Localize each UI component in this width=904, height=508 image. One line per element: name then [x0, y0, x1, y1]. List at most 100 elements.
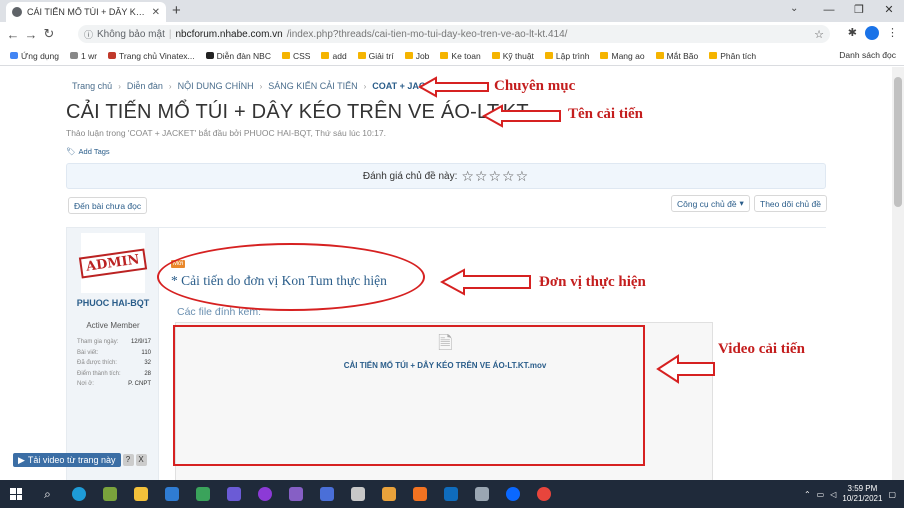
bookmark-item[interactable]: Lập trình: [541, 51, 594, 61]
thread-tools-button[interactable]: Công cụ chủ đề ▾: [671, 195, 750, 212]
close-window-icon[interactable]: ✕: [874, 0, 904, 22]
app-icon[interactable]: [156, 480, 187, 508]
app-icon[interactable]: [342, 480, 373, 508]
edge-icon[interactable]: [63, 480, 94, 508]
arrow-unit: [440, 268, 531, 296]
annotation-video: Video cải tiến: [718, 341, 805, 357]
folder-icon: [440, 52, 449, 59]
app-icon[interactable]: [187, 480, 218, 508]
bookmark-item[interactable]: Ke toan: [436, 51, 484, 61]
bookmark-item[interactable]: Diễn đàn NBC: [202, 51, 275, 61]
unread-button[interactable]: Đến bài chưa đọc: [68, 197, 148, 214]
breadcrumb-main[interactable]: NỘI DUNG CHÍNH: [178, 81, 254, 91]
download-video-button[interactable]: ▶ Tải video từ trang này: [13, 453, 121, 467]
taskbar: ⌕ ⌃ ▭ ◁ 3:59 PM 10/21/2021 ▢: [0, 480, 904, 508]
thread-title: CẢI TIẾN MỔ TÚI + DÂY KÉO TRÊN VE ÁO-LT.…: [66, 101, 529, 123]
reload-icon[interactable]: ↻: [40, 26, 58, 42]
user-stats: Tham gia ngày: 12/9/17 Bài viết: 110 Đã đư…: [77, 339, 151, 392]
outlook-icon[interactable]: [435, 480, 466, 508]
watch-thread-button[interactable]: Theo dõi chủ đề: [754, 195, 827, 212]
chrome-icon[interactable]: [528, 480, 559, 508]
bookmark-item[interactable]: Trang chủ Vinatex...: [104, 51, 199, 61]
bookmark-item[interactable]: Kỹ thuật: [488, 51, 538, 61]
bookmarks-bar: Ứng dụng 1 wr Trang chủ Vinatex... Diễn đàn…: [0, 46, 904, 66]
app-icon[interactable]: [373, 480, 404, 508]
breadcrumb-initiative[interactable]: SÁNG KIẾN CẢI TIẾN: [268, 81, 357, 91]
clock[interactable]: 3:59 PM 10/21/2021: [842, 484, 882, 504]
stat-row: Bài viết: 110: [77, 349, 151, 356]
video-download-bar: ▶ Tải video từ trang này ? X: [13, 453, 147, 467]
annotation-category: Chuyên mục: [494, 78, 576, 94]
bookmark-item[interactable]: Job: [401, 51, 434, 61]
breadcrumb-home[interactable]: Trang chủ: [72, 81, 112, 91]
help-button[interactable]: ?: [122, 454, 134, 466]
folder-icon: [357, 52, 366, 59]
network-icon[interactable]: ▭: [817, 490, 825, 499]
close-bar-button[interactable]: X: [135, 454, 147, 466]
folder-icon: [321, 52, 330, 59]
bookmark-item[interactable]: CSS: [278, 51, 314, 61]
window-controls: — ❐ ✕: [814, 0, 904, 22]
app-icon[interactable]: [218, 480, 249, 508]
app-icon[interactable]: [466, 480, 497, 508]
bookmark-item[interactable]: Mang ao: [596, 51, 648, 61]
bookmark-item[interactable]: Mắt Bão: [652, 51, 703, 61]
annotation-name: Tên cải tiến: [568, 106, 643, 122]
warning-icon[interactable]: ⓘ: [84, 28, 93, 41]
zalo-icon[interactable]: [497, 480, 528, 508]
folder-icon: [655, 52, 664, 59]
minimize-icon[interactable]: —: [814, 0, 844, 22]
add-tags-link[interactable]: 🏷 Add Tags: [66, 147, 110, 156]
volume-icon[interactable]: ◁: [830, 490, 836, 499]
user-title: Active Member: [86, 321, 140, 330]
start-button[interactable]: [0, 480, 32, 508]
bookmark-item[interactable]: 1 wr: [66, 51, 101, 61]
close-tab-icon[interactable]: ✕: [152, 7, 160, 18]
maximize-icon[interactable]: ❐: [844, 0, 874, 22]
breadcrumb: Trang chủ › Diễn đàn › NỘI DUNG CHÍNH › SÁN…: [72, 81, 444, 91]
visual-studio-icon[interactable]: [280, 480, 311, 508]
profile-avatar[interactable]: [865, 26, 879, 40]
forward-icon[interactable]: →: [22, 27, 40, 42]
browser-toolbar: ← → ↻ ⓘ Không bảo mật | nbcforum.nhabe.c…: [0, 22, 904, 46]
folder-icon: [600, 52, 609, 59]
app-icon[interactable]: [94, 480, 125, 508]
username[interactable]: PHUOC HAI-BQT: [71, 298, 155, 309]
bookmark-star-icon[interactable]: ☆: [814, 28, 824, 41]
avatar[interactable]: ADMIN: [78, 233, 148, 293]
notification-icon[interactable]: ▢: [888, 490, 896, 499]
reading-list-button[interactable]: Danh sách đọc: [839, 50, 896, 60]
search-icon[interactable]: ⌕: [32, 480, 63, 508]
bookmark-item[interactable]: Giải trí: [354, 51, 398, 61]
globe-icon: [12, 7, 22, 17]
windows-logo-icon: [10, 488, 22, 500]
menu-icon[interactable]: ⋮: [887, 26, 898, 40]
folder-icon: [491, 52, 500, 59]
rating-stars[interactable]: ☆☆☆☆☆: [461, 168, 529, 185]
rating-label: Đánh giá chủ đề này:: [362, 170, 458, 182]
folder-icon: [709, 52, 718, 59]
thread-meta: Thảo luận trong 'COAT + JACKET' bắt đầu …: [66, 128, 386, 138]
address-bar[interactable]: ⓘ Không bảo mật | nbcforum.nhabe.com.vn /…: [78, 25, 830, 43]
save-icon[interactable]: [311, 480, 342, 508]
scrollbar[interactable]: [892, 67, 904, 480]
admin-stamp-text: ADMIN: [78, 248, 148, 278]
video-highlight-box: [173, 325, 645, 466]
app-icon[interactable]: [249, 480, 280, 508]
stat-row: Điểm thành tích: 28: [77, 370, 151, 377]
breadcrumb-forum[interactable]: Diễn đàn: [127, 81, 163, 91]
bookmark-icon: [69, 52, 78, 59]
tab-search-icon[interactable]: ⌄: [790, 3, 798, 14]
stat-row: Nơi ở: P. CNPT: [77, 381, 151, 387]
file-explorer-icon[interactable]: [125, 480, 156, 508]
browser-tab[interactable]: CẢI TIẾN MỔ TÚI + DÂY KÉO TRÊN VE ÁO-LT.…: [6, 2, 166, 22]
extensions-icon[interactable]: ✱: [848, 26, 857, 40]
bookmark-item[interactable]: add: [317, 51, 350, 61]
chevron-up-icon[interactable]: ⌃: [804, 490, 811, 499]
chevron-down-icon: ▾: [739, 198, 744, 208]
xampp-icon[interactable]: [404, 480, 435, 508]
bookmark-item[interactable]: Ứng dụng: [6, 51, 63, 61]
new-tab-button[interactable]: +: [172, 2, 181, 19]
back-icon[interactable]: ←: [4, 27, 22, 42]
bookmark-item[interactable]: Phân tích: [705, 51, 760, 61]
